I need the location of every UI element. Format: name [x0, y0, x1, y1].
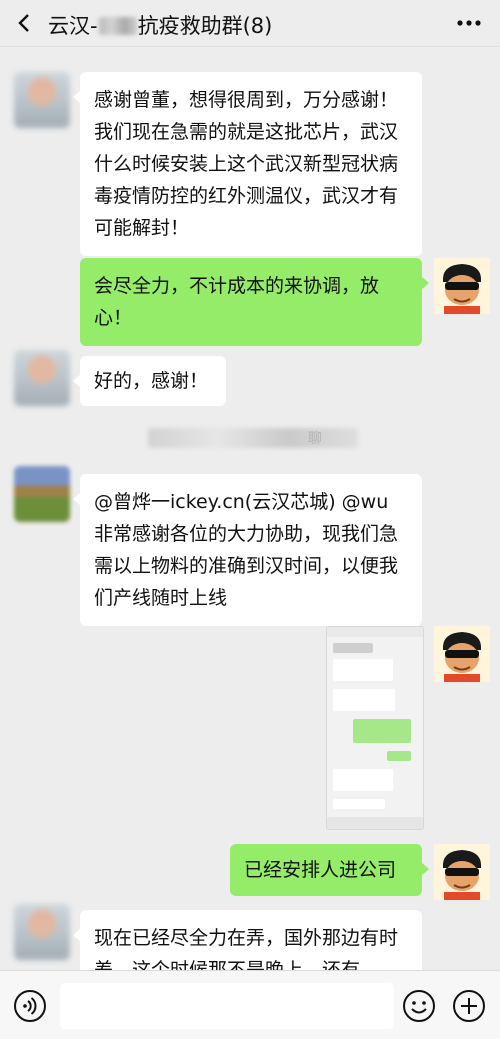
chat-header: 云汉- 抗疫救助群(8) [0, 0, 500, 47]
avatar[interactable] [434, 844, 490, 900]
emoji-icon[interactable] [402, 989, 436, 1023]
cartoon-avatar-icon [434, 844, 490, 900]
screenshot-line [333, 799, 385, 809]
avatar[interactable] [14, 904, 70, 960]
avatar[interactable] [14, 350, 70, 406]
more-horizontal-icon[interactable] [456, 12, 482, 34]
message-bubble-outgoing[interactable]: 已经安排人进公司 [230, 844, 429, 896]
chat-title: 云汉- 抗疫救助群(8) [48, 10, 272, 40]
message-text: 感谢曾董，想得很周到，万分感谢！我们现在急需的就是这批芯片，武汉什么时候安装上这… [94, 89, 399, 239]
message-text: 会尽全力，不计成本的来协调，放心！ [94, 275, 380, 329]
chevron-left-icon[interactable] [14, 12, 36, 34]
screenshot-input [327, 817, 423, 829]
avatar[interactable] [434, 626, 490, 682]
system-notice-redacted [148, 428, 358, 448]
redacted-name [98, 17, 137, 35]
message-bubble-incoming[interactable]: 感谢曾董，想得很周到，万分感谢！我们现在急需的就是这批芯片，武汉什么时候安装上这… [73, 72, 422, 256]
message-text: 好的，感谢！ [94, 370, 209, 392]
voice-icon[interactable] [13, 989, 47, 1023]
cartoon-avatar-icon [434, 258, 490, 314]
message-bubble-outgoing[interactable]: 会尽全力，不计成本的来协调，放心！ [80, 258, 429, 346]
screenshot-line [353, 719, 411, 743]
system-notice-text: 聊 [308, 431, 322, 447]
message-text: @曾烨一ickey.cn(云汉芯城) @wu 非常感谢各位的大力协助，现我们急需… [94, 491, 399, 609]
screenshot-line [333, 689, 395, 711]
chat-title-suffix: 抗疫救助群(8) [137, 14, 273, 38]
message-bubble-incoming[interactable]: 好的，感谢！ [73, 356, 226, 406]
cartoon-avatar-icon [434, 626, 490, 682]
plus-icon[interactable] [452, 989, 486, 1023]
message-text: 已经安排人进公司 [244, 859, 397, 881]
chat-title-prefix: 云汉- [48, 14, 98, 38]
screenshot-line [333, 659, 393, 681]
message-bubble-incoming[interactable]: @曾烨一ickey.cn(云汉芯城) @wu 非常感谢各位的大力协助，现我们急需… [73, 474, 422, 626]
avatar[interactable] [14, 72, 70, 128]
screenshot-line [387, 751, 411, 761]
screenshot-line [333, 769, 393, 791]
avatar[interactable] [14, 466, 70, 522]
message-input[interactable] [60, 983, 394, 1029]
screenshot-status-bar [327, 627, 423, 637]
screenshot-line [333, 643, 373, 653]
image-message[interactable] [326, 626, 424, 830]
avatar[interactable] [434, 258, 490, 314]
input-bar [0, 970, 500, 1039]
